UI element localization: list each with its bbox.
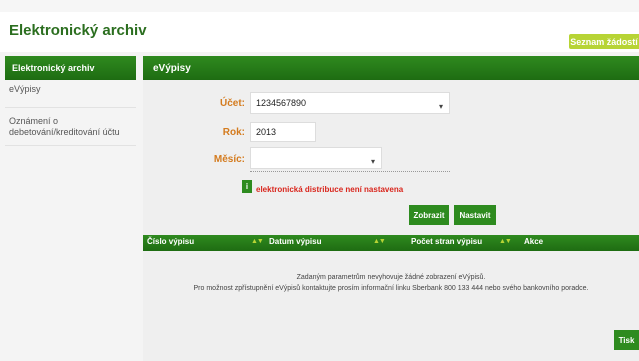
sidebar-item-label-line1: Oznámení o xyxy=(9,116,59,126)
column-header-page-count[interactable]: Počet stran výpisu xyxy=(411,237,482,246)
column-header-number[interactable]: Číslo výpisu xyxy=(147,237,194,246)
sort-icon[interactable]: ▲▼ xyxy=(373,238,386,245)
request-list-button[interactable]: Seznam žádostí xyxy=(569,34,639,49)
top-strip xyxy=(0,0,639,12)
account-value: 1234567890 xyxy=(256,98,307,108)
sidebar-item-evypisy[interactable]: eVýpisy xyxy=(5,84,136,108)
year-value: 2013 xyxy=(256,127,277,137)
year-label: Rok: xyxy=(222,127,245,138)
divider xyxy=(250,171,450,172)
main-panel: eVýpisy Účet: 1234567890 ▾ Rok: 2013 Měs… xyxy=(143,56,639,361)
app-title: Elektronický archiv xyxy=(9,22,147,39)
sidebar-item-debit-credit-notice[interactable]: Oznámení o debetování/kreditování účtu xyxy=(5,116,136,146)
account-select[interactable]: 1234567890 ▾ xyxy=(250,92,450,114)
sort-icon[interactable]: ▲▼ xyxy=(251,238,264,245)
empty-message-line1: Zadaným parametrům nevyhovuje žádné zobr… xyxy=(296,274,486,281)
column-header-date[interactable]: Datum výpisu xyxy=(269,237,321,246)
distribution-warning: elektronická distribuce není nastavena xyxy=(256,185,404,194)
set-button[interactable]: Nastavit xyxy=(454,205,496,225)
account-label: Účet: xyxy=(219,98,245,109)
sidebar-item-label-line2: debetování/kreditování účtu xyxy=(9,127,120,137)
sidebar: Elektronický archiv eVýpisy Oznámení o d… xyxy=(5,56,136,361)
chevron-down-icon: ▾ xyxy=(370,157,375,166)
info-icon: i xyxy=(242,180,252,193)
table-header: Číslo výpisu ▲▼ Datum výpisu ▲▼ Počet st… xyxy=(143,235,639,251)
sidebar-item-label: eVýpisy xyxy=(9,84,41,94)
empty-message-line2: Pro možnost zpřístupnění eVýpisů kontakt… xyxy=(193,285,589,292)
month-label: Měsíc: xyxy=(213,154,245,165)
chevron-down-icon: ▾ xyxy=(438,102,443,111)
column-header-actions: Akce xyxy=(524,237,544,246)
month-select[interactable]: ▾ xyxy=(250,147,382,169)
show-button[interactable]: Zobrazit xyxy=(409,205,449,225)
sort-icon[interactable]: ▲▼ xyxy=(499,238,512,245)
print-button[interactable]: Tisk xyxy=(614,330,639,350)
sidebar-item-electronic-archive[interactable]: Elektronický archiv xyxy=(5,56,136,80)
year-field[interactable]: 2013 xyxy=(250,122,316,142)
page-title: eVýpisy xyxy=(143,56,639,80)
